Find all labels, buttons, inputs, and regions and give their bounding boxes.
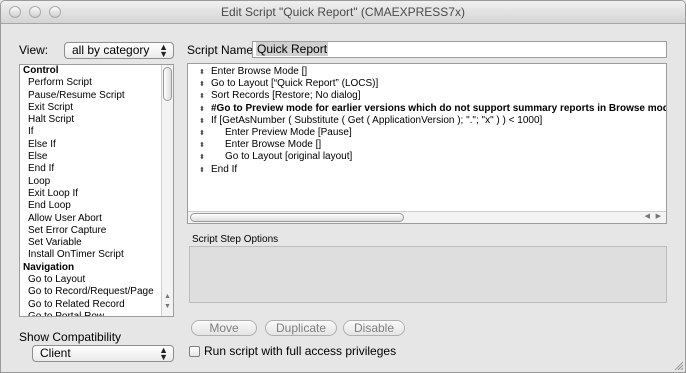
move-handle-icon[interactable]: ⬍ — [193, 67, 211, 79]
script-line-text: Sort Records [Restore; No dialog] — [211, 90, 361, 102]
step-item[interactable]: Exit Loop If — [20, 188, 173, 200]
steps-scroll-thumb[interactable] — [163, 67, 172, 101]
full-access-checkbox[interactable] — [189, 346, 200, 357]
script-scroll-thumb[interactable] — [190, 213, 404, 222]
step-item[interactable]: End Loop — [20, 200, 173, 212]
script-line-text: #Go to Preview mode for earlier versions… — [211, 102, 667, 114]
step-item[interactable]: Go to Record/Request/Page — [20, 286, 173, 298]
edit-script-window: Edit Script "Quick Report" (CMAEXPRESS7x… — [0, 0, 686, 373]
duplicate-button[interactable]: Duplicate — [265, 320, 337, 336]
script-line[interactable]: ⬍ Enter Browse Mode [] — [193, 139, 321, 151]
script-step-options-box — [189, 246, 667, 303]
script-line[interactable]: ⬍ Go to Layout [original layout] — [193, 151, 352, 163]
script-line[interactable]: ⬍ If [GetAsNumber ( Substitute ( Get ( Ap… — [193, 115, 542, 127]
step-item[interactable]: Else If — [20, 139, 173, 151]
steps-vertical-scrollbar[interactable]: ▲ ▼ — [161, 65, 173, 316]
script-line[interactable]: ⬍ Enter Preview Mode [Pause] — [193, 127, 352, 139]
title-bar: Edit Script "Quick Report" (CMAEXPRESS7x… — [1, 1, 685, 24]
move-button[interactable]: Move — [191, 320, 257, 336]
step-item[interactable]: Set Variable — [20, 237, 173, 249]
move-handle-icon[interactable]: ⬍ — [193, 116, 211, 128]
move-handle-icon[interactable]: ⬍ — [193, 79, 211, 91]
step-category[interactable]: Control — [20, 65, 173, 77]
compatibility-popup-value: Client — [40, 346, 71, 360]
move-handle-icon[interactable]: ⬍ — [193, 91, 211, 103]
step-item[interactable]: Allow User Abort — [20, 213, 173, 225]
script-line-text: Enter Preview Mode [Pause] — [225, 127, 352, 138]
step-item[interactable]: Halt Script — [20, 114, 173, 126]
script-line-text: Go to Layout [original layout] — [225, 151, 353, 163]
script-name-field[interactable]: Quick Report — [252, 41, 667, 58]
script-line[interactable]: ⬍ End If — [193, 164, 237, 176]
move-handle-icon[interactable]: ⬍ — [193, 128, 211, 140]
view-popup-value: all by category — [72, 43, 150, 57]
script-horizontal-scrollbar[interactable]: ◀ ▶ — [188, 211, 666, 223]
script-line-text: Go to Layout [“Quick Report” (LOCS)] — [211, 78, 379, 90]
script-line[interactable]: ⬍ Enter Browse Mode [] — [193, 66, 307, 78]
script-line[interactable]: ⬍ #Go to Preview mode for earlier version… — [193, 102, 667, 116]
window-title: Edit Script "Quick Report" (CMAEXPRESS7x… — [221, 5, 465, 19]
move-handle-icon[interactable]: ⬍ — [193, 152, 211, 164]
script-step-options-label: Script Step Options — [192, 234, 279, 245]
step-item[interactable]: Set Error Capture — [20, 225, 173, 237]
resize-grip-icon[interactable] — [673, 360, 683, 370]
move-handle-icon[interactable]: ⬍ — [193, 140, 211, 152]
move-handle-icon[interactable]: ⬍ — [193, 104, 211, 116]
scroll-right-arrow-icon[interactable]: ▶ — [656, 212, 661, 222]
script-line[interactable]: ⬍ Go to Layout [“Quick Report” (LOCS)] — [193, 78, 378, 90]
step-item[interactable]: Install OnTimer Script — [20, 249, 173, 261]
move-handle-icon[interactable]: ⬍ — [193, 165, 211, 177]
step-item[interactable]: Go to Layout — [20, 274, 173, 286]
step-item[interactable]: Go to Portal Row — [20, 311, 173, 316]
disable-button[interactable]: Disable — [343, 320, 405, 336]
step-item[interactable]: Exit Script — [20, 102, 173, 114]
step-item[interactable]: Go to Related Record — [20, 299, 173, 311]
scroll-left-arrow-icon[interactable]: ◀ — [645, 212, 650, 222]
script-editor[interactable]: ⬍ Enter Browse Mode [] ⬍ Go to Layout [“Qui… — [187, 63, 667, 224]
popup-arrows-icon: ▲ ▼ — [159, 42, 168, 59]
show-compatibility-label: Show Compatibility — [19, 330, 122, 344]
step-item[interactable]: Loop — [20, 176, 173, 188]
popup-arrows-icon: ▲ ▼ — [159, 345, 168, 362]
step-item[interactable]: End If — [20, 163, 173, 175]
script-line-text: Enter Browse Mode [] — [211, 66, 308, 77]
full-access-label: Run script with full access privileges — [204, 344, 397, 358]
step-category[interactable]: Navigation — [20, 262, 173, 274]
step-item[interactable]: Perform Script — [20, 77, 173, 89]
scroll-up-arrow-icon[interactable]: ▲ — [162, 293, 173, 300]
script-line-text: Enter Browse Mode [] — [225, 139, 322, 151]
script-line-text: If [GetAsNumber ( Substitute ( Get ( App… — [211, 114, 543, 126]
view-label: View: — [19, 43, 49, 57]
compatibility-popup[interactable]: Client ▲ ▼ — [32, 345, 174, 362]
step-item[interactable]: Pause/Resume Script — [20, 90, 173, 102]
script-line-text: End If — [211, 163, 238, 175]
step-item[interactable]: If — [20, 126, 173, 138]
script-steps-rows: Control Perform Script Pause/Resume Script… — [20, 65, 173, 316]
script-steps-list[interactable]: Control Perform Script Pause/Resume Script… — [19, 64, 174, 317]
script-name-value: Quick Report — [256, 42, 329, 56]
scroll-down-arrow-icon[interactable]: ▼ — [162, 303, 173, 310]
script-name-label: Script Name: — [187, 43, 257, 57]
view-popup[interactable]: all by category ▲ ▼ — [64, 42, 174, 59]
script-line[interactable]: ⬍ Sort Records [Restore; No dialog] — [193, 90, 361, 103]
step-item[interactable]: Else — [20, 151, 173, 163]
